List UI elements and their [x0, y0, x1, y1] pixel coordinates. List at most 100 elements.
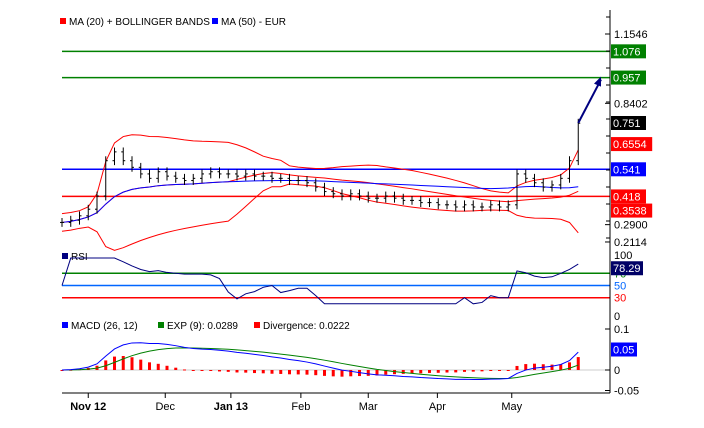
divergence-bar — [148, 362, 151, 370]
level-label: 0.957 — [613, 73, 641, 85]
date-label: Dec — [155, 401, 175, 413]
divergence-bar — [200, 370, 204, 371]
rsi-level-label: 50 — [614, 281, 626, 293]
level-label: 1.076 — [613, 46, 641, 58]
price-bar — [226, 169, 231, 179]
price-legend: MA (20) + BOLLINGER BANDS MA (50) - EUR — [60, 17, 286, 28]
divergence-bar — [323, 370, 326, 376]
level-label: 0.6554 — [613, 139, 647, 151]
date-label: Feb — [291, 401, 310, 413]
trend-arrow — [577, 79, 602, 124]
price-bar — [60, 218, 64, 227]
legend-swatch-ma20 — [60, 18, 66, 24]
legend-swatch-ma50 — [212, 18, 218, 24]
divergence-bar — [331, 370, 335, 377]
price-bar — [340, 189, 344, 201]
divergence-bar — [533, 363, 536, 370]
rsi-tick: 100 — [614, 250, 632, 262]
divergence-bar — [454, 370, 458, 373]
bollinger-upper — [61, 134, 579, 215]
price-bar — [103, 156, 108, 201]
date-label: May — [501, 401, 522, 413]
divergence-legend-swatch — [254, 322, 260, 328]
divergence-bar — [314, 370, 318, 376]
divergence-bar — [191, 370, 195, 371]
price-bar — [436, 198, 441, 210]
value-axis: 1.0760.9570.7510.65540.5410.4180.3538705… — [62, 10, 653, 398]
price-bar — [445, 200, 449, 210]
price-bar — [182, 173, 187, 185]
divergence-bar — [305, 370, 309, 375]
price-bar — [523, 169, 528, 183]
date-label: Jan 13 — [214, 401, 248, 413]
divergence-bar — [489, 370, 493, 371]
level-label: 0.541 — [613, 164, 641, 176]
divergence-bar — [218, 370, 221, 372]
price-bar — [138, 162, 143, 179]
price-bar — [471, 200, 476, 212]
macd-legend-swatch — [62, 322, 68, 328]
divergence-bar — [174, 367, 178, 370]
divergence-bar — [288, 370, 291, 375]
macd-tick: -0.05 — [614, 386, 639, 398]
divergence-bar — [498, 370, 501, 371]
rsi-tick: 0 — [614, 311, 620, 323]
price-tick: 0.2900 — [614, 220, 648, 232]
divergence-bar — [506, 370, 510, 371]
price-bar — [95, 191, 99, 214]
divergence-bar — [139, 359, 143, 370]
divergence-bar — [165, 365, 169, 370]
price-bar — [427, 198, 432, 208]
price-tick: 1.1546 — [614, 29, 648, 41]
legend-ma50: MA (50) - EUR — [221, 17, 286, 28]
divergence-bar — [419, 370, 423, 374]
price-bar — [541, 178, 546, 192]
price-bar — [462, 200, 467, 212]
price-bar — [515, 169, 519, 210]
macd-tick: 0 — [614, 365, 620, 377]
divergence-bar — [576, 357, 580, 370]
divergence-bar — [515, 365, 519, 370]
price-bar — [550, 180, 554, 192]
rsi-title: RSI — [71, 252, 88, 263]
price-bar — [322, 182, 327, 196]
legend-ma20: MA (20) + BOLLINGER BANDS — [69, 17, 210, 28]
divergence-bar — [156, 363, 160, 370]
divergence-bar — [183, 369, 186, 371]
price-bar — [296, 176, 301, 185]
price-bar — [401, 193, 406, 205]
divergence-bar — [296, 370, 300, 375]
price-bar — [147, 169, 152, 183]
date-label: Mar — [359, 401, 378, 413]
rsi-level-label: 30 — [614, 293, 626, 305]
date-label: Nov 12 — [70, 401, 106, 413]
price-bar — [410, 195, 414, 205]
divergence-bar — [445, 370, 449, 373]
divergence-bar — [550, 364, 554, 370]
divergence-bar — [279, 370, 283, 374]
price-bar — [77, 211, 82, 225]
divergence-bar — [471, 370, 475, 372]
price-tick: 0.8402 — [614, 98, 648, 110]
price-tick: 0.2114 — [614, 237, 647, 249]
ma20-line — [61, 172, 579, 223]
macd-legend: MACD (26, 12) — [71, 321, 138, 332]
exp-legend: EXP (9): 0.0289 — [167, 321, 238, 332]
rsi-panel: RSI — [61, 252, 610, 305]
rsi-line — [61, 257, 579, 305]
date-label: Apr — [429, 401, 446, 413]
divergence-legend: Divergence: 0.0222 — [263, 321, 350, 332]
divergence-bar — [235, 370, 239, 373]
price-bar — [558, 173, 563, 190]
price-bar — [418, 195, 423, 208]
divergence-bar — [226, 370, 230, 372]
exp-legend-swatch — [158, 322, 164, 328]
price-bar — [200, 169, 204, 183]
level-label: 0.751 — [613, 118, 641, 130]
chart-container: MA (20) + BOLLINGER BANDS MA (50) - EUR … — [0, 0, 704, 428]
divergence-bar — [463, 370, 466, 372]
divergence-bar — [340, 370, 344, 377]
divergence-bar — [244, 370, 248, 373]
divergence-bar — [428, 370, 431, 373]
macd-value: 0.05 — [613, 345, 634, 357]
